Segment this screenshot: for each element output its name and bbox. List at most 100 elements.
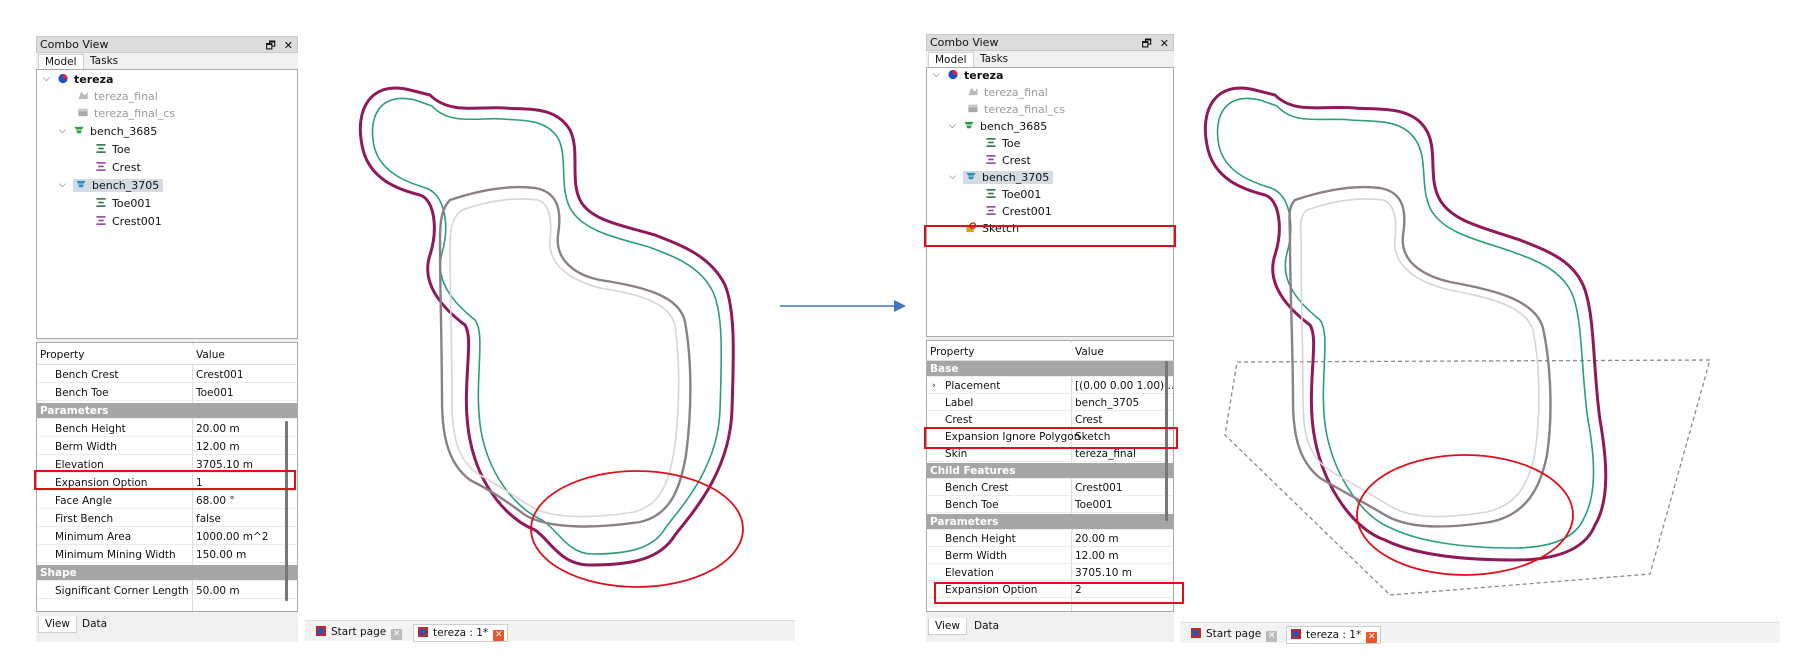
freecad-icon xyxy=(1191,628,1201,638)
toe-line-icon xyxy=(96,198,106,207)
tree-item-label: tereza xyxy=(964,69,1004,82)
mesh-icon xyxy=(78,91,88,100)
prop-row[interactable]: Minimum Mining Width 150.00 m xyxy=(37,547,297,563)
tree-item-toe001[interactable]: Toe001 xyxy=(985,187,1041,202)
tree-item-crest001[interactable]: Crest001 xyxy=(985,204,1052,219)
property-editor: Property Value Base › Placement [(0.00 0.0… xyxy=(926,340,1174,612)
tree-item-toe[interactable]: Toe xyxy=(985,136,1020,151)
tree-item-label: Toe xyxy=(112,143,131,156)
prop-row[interactable]: Berm Width 12.00 m xyxy=(37,439,297,455)
prop-row[interactable]: Bench Toe Toe001 xyxy=(927,497,1173,513)
tab-tasks[interactable]: Tasks xyxy=(974,52,1014,67)
close-icon[interactable]: ✕ xyxy=(391,629,403,640)
bottom-tabs: View Data xyxy=(926,618,1174,638)
doc-tab-start-page[interactable]: Start page ✕ xyxy=(1190,626,1278,642)
inner-light-outline xyxy=(1299,198,1540,518)
tab-view[interactable]: View xyxy=(38,616,77,633)
tree-item-crest001[interactable]: Crest001 xyxy=(95,214,162,229)
prop-row[interactable]: Elevation 3705.10 m xyxy=(927,565,1173,581)
tab-view[interactable]: View xyxy=(928,618,967,635)
doc-tab-start-page[interactable]: Start page ✕ xyxy=(315,624,403,640)
chevron-down-icon[interactable]: ⌵ xyxy=(43,72,50,87)
restore-icon[interactable]: 🗗 xyxy=(1141,37,1151,50)
prop-row[interactable]: Berm Width 12.00 m xyxy=(927,548,1173,564)
left-combo-view: Combo View 🗗 ✕ Model Tasks ⌵ tereza terez… xyxy=(36,36,298,642)
tree-item-bench-3685[interactable]: ⌵ bench_3685 xyxy=(949,119,1047,134)
tab-model[interactable]: Model xyxy=(38,54,84,70)
chevron-down-icon[interactable]: ⌵ xyxy=(949,170,956,185)
tree-item-label: tereza_final xyxy=(94,90,158,103)
chevron-right-icon[interactable]: › xyxy=(932,378,936,393)
tab-data[interactable]: Data xyxy=(76,616,113,632)
close-icon[interactable]: ✕ xyxy=(284,39,293,52)
tree-item-toe001[interactable]: Toe001 xyxy=(95,196,151,211)
crest-line-icon xyxy=(986,206,996,215)
prop-row[interactable]: Crest Crest xyxy=(927,412,1173,428)
tree-item-tereza-final[interactable]: tereza_final xyxy=(77,89,158,104)
prop-group[interactable]: Child Features xyxy=(927,463,1173,479)
prop-row[interactable]: Bench Crest Crest001 xyxy=(37,367,297,383)
prop-row[interactable]: Minimum Area 1000.00 m^2 xyxy=(37,529,297,545)
tree-item-crest[interactable]: Crest xyxy=(95,160,141,175)
tab-data[interactable]: Data xyxy=(968,618,1005,634)
crest-line-icon xyxy=(96,216,106,225)
tab-tasks[interactable]: Tasks xyxy=(84,54,124,69)
combo-tabs: Model Tasks xyxy=(926,52,1174,68)
prop-row[interactable]: Bench Height 20.00 m xyxy=(37,421,297,437)
prop-row[interactable]: Bench Toe Toe001 xyxy=(37,385,297,401)
prop-row[interactable]: Face Angle 68.00 ° xyxy=(37,493,297,509)
tree-item-label: Crest001 xyxy=(112,215,162,228)
tree-item-tereza-final-cs[interactable]: tereza_final_cs xyxy=(77,106,175,121)
tree-item-label: bench_3705 xyxy=(92,179,160,192)
prop-group[interactable]: Base xyxy=(927,361,1173,377)
chevron-down-icon[interactable]: ⌵ xyxy=(949,119,956,134)
tree-item-tereza[interactable]: ⌵ tereza xyxy=(933,68,1003,83)
toe-line-icon xyxy=(986,189,996,198)
prop-group[interactable]: Parameters xyxy=(927,514,1173,530)
pit-icon xyxy=(58,73,68,84)
chevron-down-icon[interactable]: ⌵ xyxy=(59,178,66,193)
prop-row[interactable]: First Bench false xyxy=(37,511,297,527)
tab-model[interactable]: Model xyxy=(928,52,974,68)
doc-tab-tereza[interactable]: tereza : 1* ✕ xyxy=(1286,626,1382,644)
prop-group[interactable]: Parameters xyxy=(37,403,297,419)
tree-item-label: tereza_final_cs xyxy=(94,107,176,120)
toe-outline xyxy=(371,97,723,555)
property-header: Property Value xyxy=(37,345,297,365)
bench-icon xyxy=(74,126,84,134)
prop-row[interactable]: Bench Crest Crest001 xyxy=(927,480,1173,496)
tree-item-bench-3685[interactable]: ⌵ bench_3685 xyxy=(59,124,157,139)
close-icon[interactable]: ✕ xyxy=(1160,37,1169,50)
prop-row-placement[interactable]: › Placement [(0.00 0.00 1.00);... xyxy=(927,378,1173,394)
chevron-down-icon[interactable]: ⌵ xyxy=(933,68,940,83)
prop-row[interactable]: Significant Corner Length 50.00 m xyxy=(37,583,297,599)
tree-item-tereza[interactable]: ⌵ tereza xyxy=(43,72,113,87)
doc-tab-tereza[interactable]: tereza : 1* ✕ xyxy=(413,624,509,642)
tree-item-label: Crest xyxy=(112,161,141,174)
prop-row[interactable]: Bench Height 20.00 m xyxy=(927,531,1173,547)
tree-item-tereza-final[interactable]: tereza_final xyxy=(967,85,1048,100)
scrollbar[interactable] xyxy=(285,421,288,601)
tree-item-crest[interactable]: Crest xyxy=(985,153,1031,168)
crest-line-icon xyxy=(96,162,106,171)
pit-icon xyxy=(948,69,958,80)
tree-item-toe[interactable]: Toe xyxy=(95,142,130,157)
prop-group[interactable]: Shape xyxy=(37,565,297,581)
tree-item-bench-3705[interactable]: ⌵ bench_3705 xyxy=(59,178,164,193)
close-icon[interactable]: ✕ xyxy=(493,630,505,641)
prop-row[interactable]: Label bench_3705 xyxy=(927,395,1173,411)
chevron-down-icon[interactable]: ⌵ xyxy=(59,124,66,139)
inner-outline xyxy=(438,185,692,528)
close-icon[interactable]: ✕ xyxy=(1266,631,1278,642)
close-icon[interactable]: ✕ xyxy=(1366,632,1378,643)
document-tabs: Start page ✕ tereza : 1* ✕ xyxy=(1180,622,1780,644)
restore-icon[interactable]: 🗗 xyxy=(265,39,275,52)
freecad-icon xyxy=(316,626,326,636)
right-combo-view: Combo View 🗗 ✕ Model Tasks ⌵ tereza terez… xyxy=(926,34,1174,642)
mesh-icon xyxy=(968,87,978,96)
tree-item-bench-3705[interactable]: ⌵ bench_3705 xyxy=(949,170,1054,185)
tree-item-tereza-final-cs[interactable]: tereza_final_cs xyxy=(967,102,1065,117)
bench-icon xyxy=(966,172,976,180)
combo-view-titlebar: Combo View 🗗 ✕ xyxy=(36,36,298,53)
toe-outline xyxy=(1216,97,1595,549)
